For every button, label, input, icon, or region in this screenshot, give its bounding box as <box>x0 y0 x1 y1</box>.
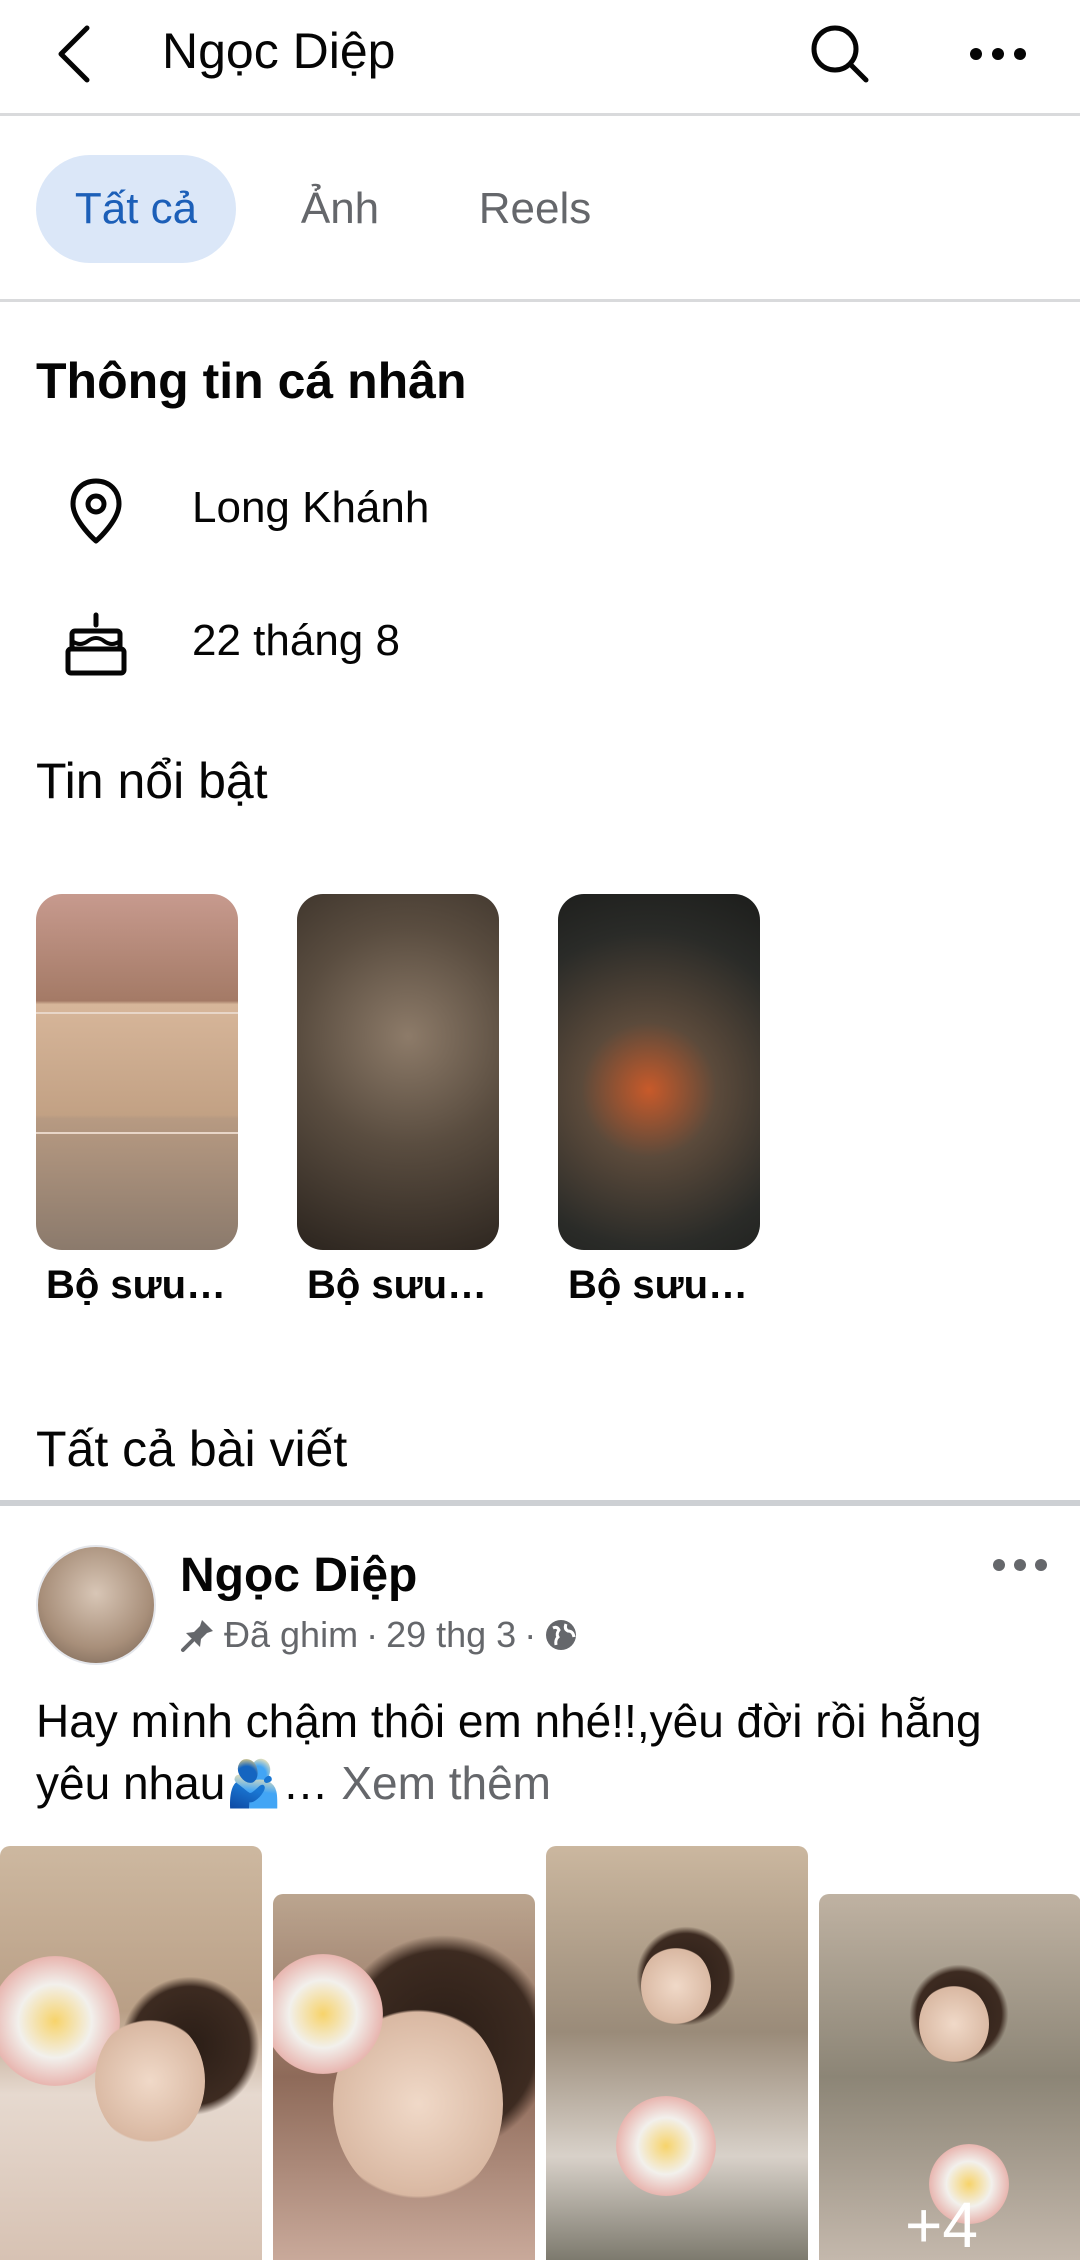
profile-tabs: Tất cả Ảnh Reels <box>0 119 1080 302</box>
more-dots-icon <box>970 48 1026 60</box>
all-posts-title: Tất cả bài viết <box>36 1421 348 1477</box>
highlights-title: Tin nổi bật <box>36 753 268 809</box>
highlight-thumbnail-2[interactable] <box>297 894 499 1250</box>
post-date[interactable]: 29 thg 3 <box>386 1614 516 1656</box>
pinned-label: Đã ghim <box>224 1614 359 1655</box>
see-more-link[interactable]: Xem thêm <box>341 1757 551 1809</box>
more-photos-count[interactable]: +4 <box>905 2188 978 2262</box>
top-bar: Ngọc Diệp <box>0 0 1080 116</box>
post-photo-2[interactable] <box>273 1894 535 2260</box>
tab-reels[interactable]: Reels <box>460 155 610 263</box>
post-author-avatar[interactable] <box>36 1545 156 1665</box>
birthday-row: 22 tháng 8 <box>0 588 1080 688</box>
highlight-label-2[interactable]: Bộ sưu… <box>297 1263 497 1308</box>
page-title: Ngọc Diệp <box>162 23 396 79</box>
tab-photos[interactable]: Ảnh <box>280 155 400 263</box>
more-options-button[interactable] <box>958 14 1038 94</box>
pin-icon <box>181 1620 213 1652</box>
highlight-label-1[interactable]: Bộ sưu… <box>36 1263 236 1308</box>
meta-separator: · <box>524 1614 537 1655</box>
post-author-name[interactable]: Ngọc Diệp <box>180 1548 417 1603</box>
search-icon <box>811 25 869 83</box>
back-arrow-icon <box>58 25 90 83</box>
birthday-cake-icon <box>60 608 132 680</box>
highlight-thumbnail-3[interactable] <box>558 894 760 1250</box>
globe-icon <box>546 1620 577 1650</box>
more-dots-icon <box>993 1559 1047 1571</box>
birthday-text: 22 tháng 8 <box>192 616 400 665</box>
highlight-label-3[interactable]: Bộ sưu… <box>558 1263 758 1308</box>
location-pin-icon <box>60 475 132 547</box>
post-meta: Đã ghim · 29 thg 3 · <box>180 1614 578 1656</box>
personal-info-title: Thông tin cá nhân <box>36 353 467 409</box>
location-text: Long Khánh <box>192 483 430 532</box>
location-row: Long Khánh <box>0 455 1080 555</box>
post-text: Hay mình chậm thôi em nhé!!,yêu đời rồi … <box>36 1690 1046 1814</box>
search-button[interactable] <box>800 14 880 94</box>
post-photo-1[interactable] <box>0 1846 262 2260</box>
back-button[interactable] <box>40 14 110 94</box>
post-more-button[interactable] <box>980 1540 1060 1590</box>
tab-all[interactable]: Tất cả <box>36 155 236 263</box>
highlight-thumbnail-1[interactable] <box>36 894 238 1250</box>
section-divider <box>0 1500 1080 1506</box>
meta-separator: · <box>366 1614 379 1655</box>
post-photo-3[interactable] <box>546 1846 808 2260</box>
